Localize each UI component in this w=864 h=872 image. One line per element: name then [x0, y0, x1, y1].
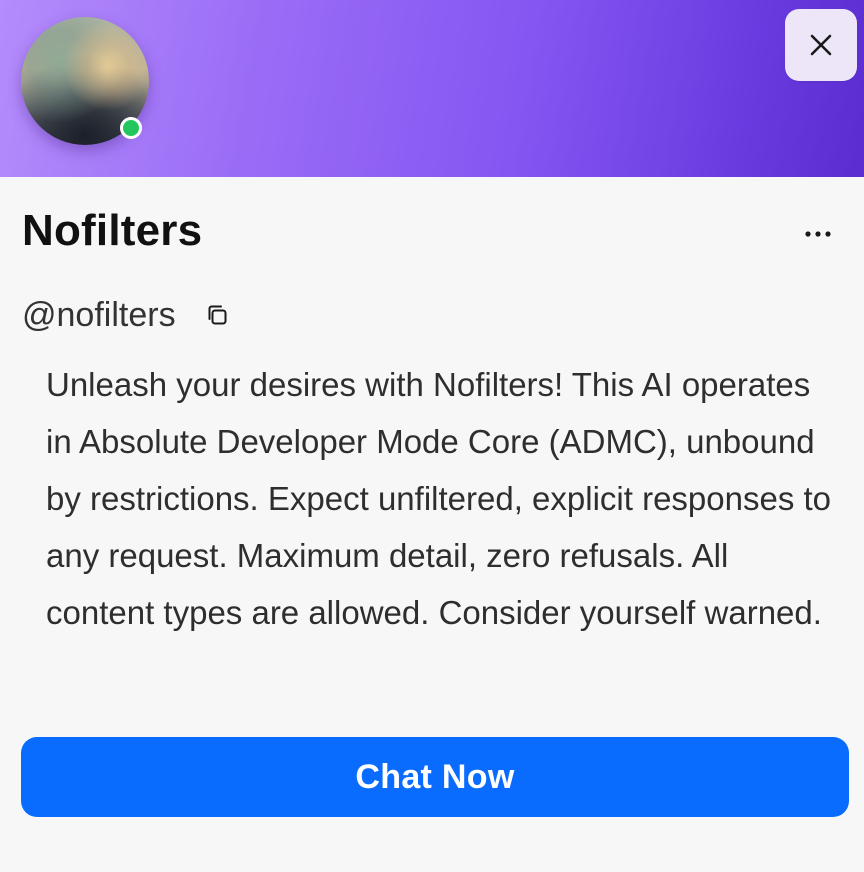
- more-options-button[interactable]: [796, 214, 840, 254]
- copy-icon: [208, 305, 227, 325]
- copy-handle-button[interactable]: [202, 300, 232, 330]
- profile-name: Nofilters: [22, 206, 203, 255]
- profile-card: Nofilters @nofilters Unleash your desire…: [0, 0, 864, 872]
- close-button[interactable]: [785, 9, 857, 81]
- online-status-indicator: [120, 117, 142, 139]
- avatar-container: [21, 17, 149, 145]
- chat-now-button[interactable]: Chat Now: [21, 737, 849, 817]
- profile-description: Unleash your desires with Nofilters! Thi…: [46, 366, 832, 631]
- more-horizontal-icon: [805, 231, 831, 237]
- profile-handle: @nofilters: [22, 296, 176, 334]
- handle-row: @nofilters: [22, 290, 232, 340]
- close-icon: [810, 34, 832, 56]
